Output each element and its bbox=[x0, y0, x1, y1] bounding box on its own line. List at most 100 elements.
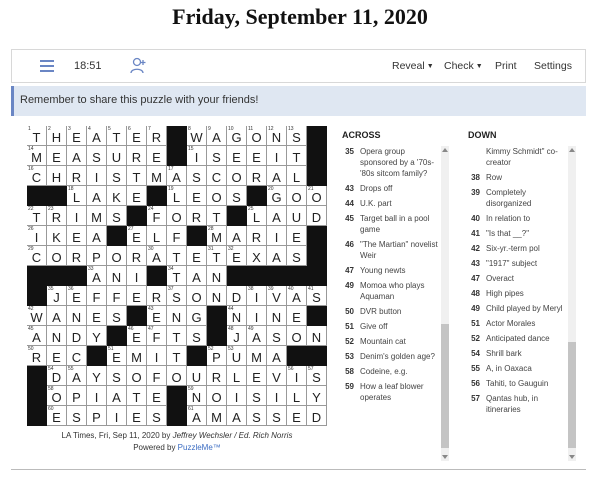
grid-cell[interactable]: D bbox=[227, 286, 247, 306]
clue-item[interactable]: 48 High pipes bbox=[464, 288, 566, 299]
grid-cell[interactable]: A bbox=[107, 386, 127, 406]
grid-cell[interactable]: O bbox=[207, 386, 227, 406]
clue-item[interactable]: 55 A, in Oaxaca bbox=[464, 363, 566, 374]
grid-cell[interactable]: M bbox=[247, 346, 267, 366]
grid-cell[interactable]: S bbox=[187, 326, 207, 346]
grid-cell[interactable]: Y bbox=[87, 366, 107, 386]
grid-cell[interactable]: E bbox=[287, 406, 307, 426]
grid-cell[interactable]: 30 A bbox=[147, 246, 167, 266]
grid-cell[interactable]: 49 A bbox=[247, 326, 267, 346]
clue-item[interactable]: 44 U.K. part bbox=[338, 198, 438, 209]
reveal-menu[interactable]: Reveal ▼ bbox=[392, 60, 434, 72]
grid-cell[interactable]: I bbox=[127, 266, 147, 286]
grid-cell[interactable]: 10 G bbox=[227, 126, 247, 146]
grid-cell[interactable]: V bbox=[267, 366, 287, 386]
grid-cell[interactable]: 51 E bbox=[107, 346, 127, 366]
grid-cell[interactable]: K bbox=[107, 186, 127, 206]
grid-cell[interactable]: 16 C bbox=[27, 166, 47, 186]
grid-cell[interactable]: 29 C bbox=[27, 246, 47, 266]
grid-cell[interactable]: F bbox=[107, 286, 127, 306]
grid-cell[interactable]: 52 P bbox=[207, 346, 227, 366]
scroll-down-icon[interactable] bbox=[442, 455, 448, 459]
grid-cell[interactable]: N bbox=[47, 326, 67, 346]
grid-cell[interactable]: A bbox=[227, 226, 247, 246]
clue-item[interactable]: 51 Give off bbox=[338, 321, 438, 332]
grid-cell[interactable]: O bbox=[187, 286, 207, 306]
clue-item[interactable]: 57 Qantas hub, in itineraries bbox=[464, 393, 566, 415]
grid-cell[interactable]: R bbox=[207, 366, 227, 386]
grid-cell[interactable]: I bbox=[247, 306, 267, 326]
grid-cell[interactable]: T bbox=[127, 166, 147, 186]
grid-cell[interactable]: S bbox=[227, 186, 247, 206]
grid-cell[interactable]: O bbox=[47, 246, 67, 266]
grid-cell[interactable]: R bbox=[127, 146, 147, 166]
clue-item[interactable]: 42 Six-yr.-term pol bbox=[464, 243, 566, 254]
grid-cell[interactable]: 27 E bbox=[127, 226, 147, 246]
grid-cell[interactable]: N bbox=[267, 306, 287, 326]
grid-cell[interactable]: S bbox=[287, 246, 307, 266]
grid-cell[interactable]: 41 S bbox=[307, 286, 327, 306]
grid-cell[interactable]: 26 I bbox=[27, 226, 47, 246]
grid-cell[interactable]: U bbox=[287, 206, 307, 226]
grid-cell[interactable]: E bbox=[67, 226, 87, 246]
grid-cell[interactable]: 59 N bbox=[187, 386, 207, 406]
grid-cell[interactable]: T bbox=[207, 206, 227, 226]
grid-cell[interactable]: I bbox=[267, 386, 287, 406]
grid-cell[interactable]: S bbox=[247, 406, 267, 426]
grid-cell[interactable]: A bbox=[267, 246, 287, 266]
grid-cell[interactable]: S bbox=[67, 406, 87, 426]
grid-cell[interactable]: T bbox=[127, 386, 147, 406]
grid-cell[interactable]: N bbox=[207, 266, 227, 286]
clue-item[interactable]: 58 Codeine, e.g. bbox=[338, 366, 438, 377]
check-menu[interactable]: Check ▼ bbox=[444, 60, 483, 72]
grid-cell[interactable]: 47 F bbox=[147, 326, 167, 346]
grid-cell[interactable]: R bbox=[67, 166, 87, 186]
grid-cell[interactable]: 34 T bbox=[167, 266, 187, 286]
grid-cell[interactable]: E bbox=[247, 146, 267, 166]
grid-cell[interactable]: G bbox=[187, 306, 207, 326]
clue-item[interactable]: Kimmy Schmidt" co-creator bbox=[464, 146, 566, 168]
grid-cell[interactable]: O bbox=[167, 206, 187, 226]
grid-cell[interactable]: R bbox=[147, 286, 167, 306]
grid-cell[interactable]: E bbox=[287, 306, 307, 326]
hamburger-menu-icon[interactable] bbox=[40, 60, 54, 72]
grid-cell[interactable]: A bbox=[87, 226, 107, 246]
grid-cell[interactable]: M bbox=[207, 406, 227, 426]
grid-cell[interactable]: 17 A bbox=[167, 166, 187, 186]
grid-cell[interactable]: L bbox=[287, 166, 307, 186]
grid-cell[interactable]: E bbox=[87, 306, 107, 326]
grid-cell[interactable]: 3E bbox=[67, 126, 87, 146]
clue-item[interactable]: 51 Actor Morales bbox=[464, 318, 566, 329]
grid-cell[interactable]: 1T bbox=[27, 126, 47, 146]
grid-cell[interactable]: E bbox=[127, 406, 147, 426]
grid-cell[interactable]: 12 N bbox=[267, 126, 287, 146]
grid-cell[interactable]: R bbox=[247, 226, 267, 246]
grid-cell[interactable]: T bbox=[167, 326, 187, 346]
grid-cell[interactable]: L bbox=[287, 386, 307, 406]
grid-cell[interactable]: 18 L bbox=[67, 186, 87, 206]
grid-cell[interactable]: S bbox=[107, 206, 127, 226]
grid-cell[interactable]: O bbox=[107, 246, 127, 266]
grid-cell[interactable]: S bbox=[107, 306, 127, 326]
grid-cell[interactable]: 2H bbox=[47, 126, 67, 146]
grid-cell[interactable]: M bbox=[147, 166, 167, 186]
grid-cell[interactable]: 14 M bbox=[27, 146, 47, 166]
puzzleme-link[interactable]: PuzzleMe™ bbox=[178, 443, 221, 452]
grid-cell[interactable]: I bbox=[87, 386, 107, 406]
grid-cell[interactable]: U bbox=[107, 146, 127, 166]
grid-cell[interactable]: F bbox=[87, 286, 107, 306]
grid-cell[interactable]: N bbox=[107, 266, 127, 286]
grid-cell[interactable]: 15 I bbox=[187, 146, 207, 166]
clue-item[interactable]: 52 Mountain cat bbox=[338, 336, 438, 347]
grid-cell[interactable]: 25 L bbox=[247, 206, 267, 226]
grid-cell[interactable]: 38 I bbox=[247, 286, 267, 306]
add-person-icon[interactable] bbox=[129, 57, 147, 80]
grid-cell[interactable]: E bbox=[287, 226, 307, 246]
grid-cell[interactable]: 24 F bbox=[147, 206, 167, 226]
grid-cell[interactable]: O bbox=[287, 186, 307, 206]
scroll-up-icon[interactable] bbox=[569, 148, 575, 152]
grid-cell[interactable]: E bbox=[147, 146, 167, 166]
grid-cell[interactable]: 11 O bbox=[247, 126, 267, 146]
grid-cell[interactable]: I bbox=[147, 346, 167, 366]
grid-cell[interactable]: L bbox=[227, 366, 247, 386]
